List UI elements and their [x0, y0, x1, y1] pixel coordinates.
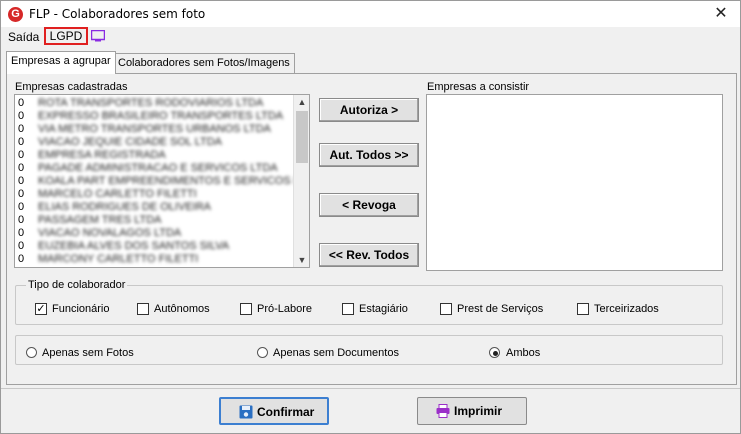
confirmar-button[interactable]: Confirmar	[219, 397, 329, 425]
radio-ambos-label: Ambos	[506, 347, 541, 359]
footer-separator	[1, 388, 740, 389]
checkbox-terceirizados[interactable]	[577, 303, 589, 315]
checkbox-prest-servicos[interactable]	[440, 303, 452, 315]
list-item[interactable]: 0 MARCELO CARLETTO FILETTI	[18, 188, 288, 200]
confirmar-label: Confirmar	[257, 405, 315, 419]
scroll-thumb[interactable]	[296, 111, 308, 163]
empresas-cadastradas-label: Empresas cadastradas	[15, 81, 128, 93]
list-item[interactable]: 0 VIACAO JEQUIE CIDADE SOL LTDA	[18, 136, 288, 148]
list-item[interactable]: 0 MARCONY CARLETTO FILETTI	[18, 253, 288, 265]
radio-apenas-sem-fotos-label: Apenas sem Fotos	[42, 347, 134, 359]
checkbox-pro-labore[interactable]	[240, 303, 252, 315]
checkbox-funcionario-label: Funcionário	[52, 303, 110, 315]
radio-apenas-sem-documentos[interactable]	[257, 347, 268, 358]
checkbox-prest-servicos-label: Prest de Serviços	[457, 303, 544, 315]
radio-selected-dot	[493, 351, 498, 356]
revoga-button[interactable]: < Revoga	[319, 193, 419, 217]
scroll-up-icon[interactable]: ▲	[294, 95, 309, 109]
menu-bar: Saída LGPD	[1, 27, 740, 47]
list-item[interactable]: 0 VIA METRO TRANSPORTES URBANOS LTDA	[18, 123, 288, 135]
list-item[interactable]: 0 EUZEBIA ALVES DOS SANTOS SILVA	[18, 240, 288, 252]
monitor-icon[interactable]	[91, 30, 105, 42]
radio-ambos[interactable]	[489, 347, 500, 358]
empresas-a-consistir-label: Empresas a consistir	[427, 81, 530, 93]
window-title: FLP - Colaboradores sem foto	[29, 7, 206, 21]
list-item[interactable]: 0 ROTA TRANSPORTES RODOVIARIOS LTDA	[18, 97, 288, 109]
save-icon	[239, 405, 253, 419]
tab-empresas-a-agrupar[interactable]: Empresas a agrupar	[6, 51, 116, 74]
list-item[interactable]: 0 PASSAGEM TRES LTDA	[18, 214, 288, 226]
list-item[interactable]: 0 EXPRESSO BRASILEIRO TRANSPORTES LTDA	[18, 110, 288, 122]
checkbox-terceirizados-label: Terceirizados	[594, 303, 659, 315]
tipo-colaborador-title: Tipo de colaborador	[26, 279, 128, 291]
list-item[interactable]: 0 KOALA PART EMPREENDIMENTOS E SERVICOS L…	[18, 175, 309, 187]
rev-todos-button[interactable]: << Rev. Todos	[319, 243, 419, 267]
checkbox-autonomos-label: Autônomos	[154, 303, 210, 315]
imprimir-label: Imprimir	[454, 404, 503, 418]
menu-item-lgpd[interactable]: LGPD	[44, 27, 88, 45]
list-item[interactable]: 0 ELIAS RODRIGUES DE OLIVEIRA	[18, 201, 288, 213]
main-window: G FLP - Colaboradores sem foto ✕ Saída L…	[0, 0, 741, 434]
radio-apenas-sem-documentos-label: Apenas sem Documentos	[273, 347, 399, 359]
menu-item-saida[interactable]: Saída	[8, 30, 39, 44]
list-scrollbar[interactable]: ▲ ▼	[293, 95, 309, 267]
checkbox-pro-labore-label: Pró-Labore	[257, 303, 313, 315]
empresas-a-consistir-list[interactable]	[426, 94, 723, 271]
autoriza-button[interactable]: Autoriza >	[319, 98, 419, 122]
list-item[interactable]: 0 PAGADE ADMINISTRACAO E SERVICOS LTDA	[18, 162, 288, 174]
empresas-cadastradas-list[interactable]: 0 ROTA TRANSPORTES RODOVIARIOS LTDA 0 EXPR…	[14, 94, 310, 268]
app-logo-icon: G	[8, 7, 23, 22]
printer-icon	[436, 404, 450, 418]
checkbox-autonomos[interactable]	[137, 303, 149, 315]
close-button[interactable]: ✕	[708, 3, 734, 25]
list-item[interactable]: 0 EMPRESA REGISTRADA	[18, 149, 288, 161]
radio-apenas-sem-fotos[interactable]	[26, 347, 37, 358]
checkbox-estagiario[interactable]	[342, 303, 354, 315]
checkbox-estagiario-label: Estagiário	[359, 303, 408, 315]
checkbox-funcionario[interactable]: ✓	[35, 303, 47, 315]
tab-colaboradores-sem-fotos[interactable]: Colaboradores sem Fotos/Imagens	[113, 53, 295, 73]
imprimir-button[interactable]: Imprimir	[417, 397, 527, 425]
list-item[interactable]: 0 VIACAO NOVALAGOS LTDA	[18, 227, 288, 239]
title-bar: G FLP - Colaboradores sem foto ✕	[1, 1, 740, 27]
scroll-down-icon[interactable]: ▼	[294, 253, 309, 267]
aut-todos-button[interactable]: Aut. Todos >>	[319, 143, 419, 167]
